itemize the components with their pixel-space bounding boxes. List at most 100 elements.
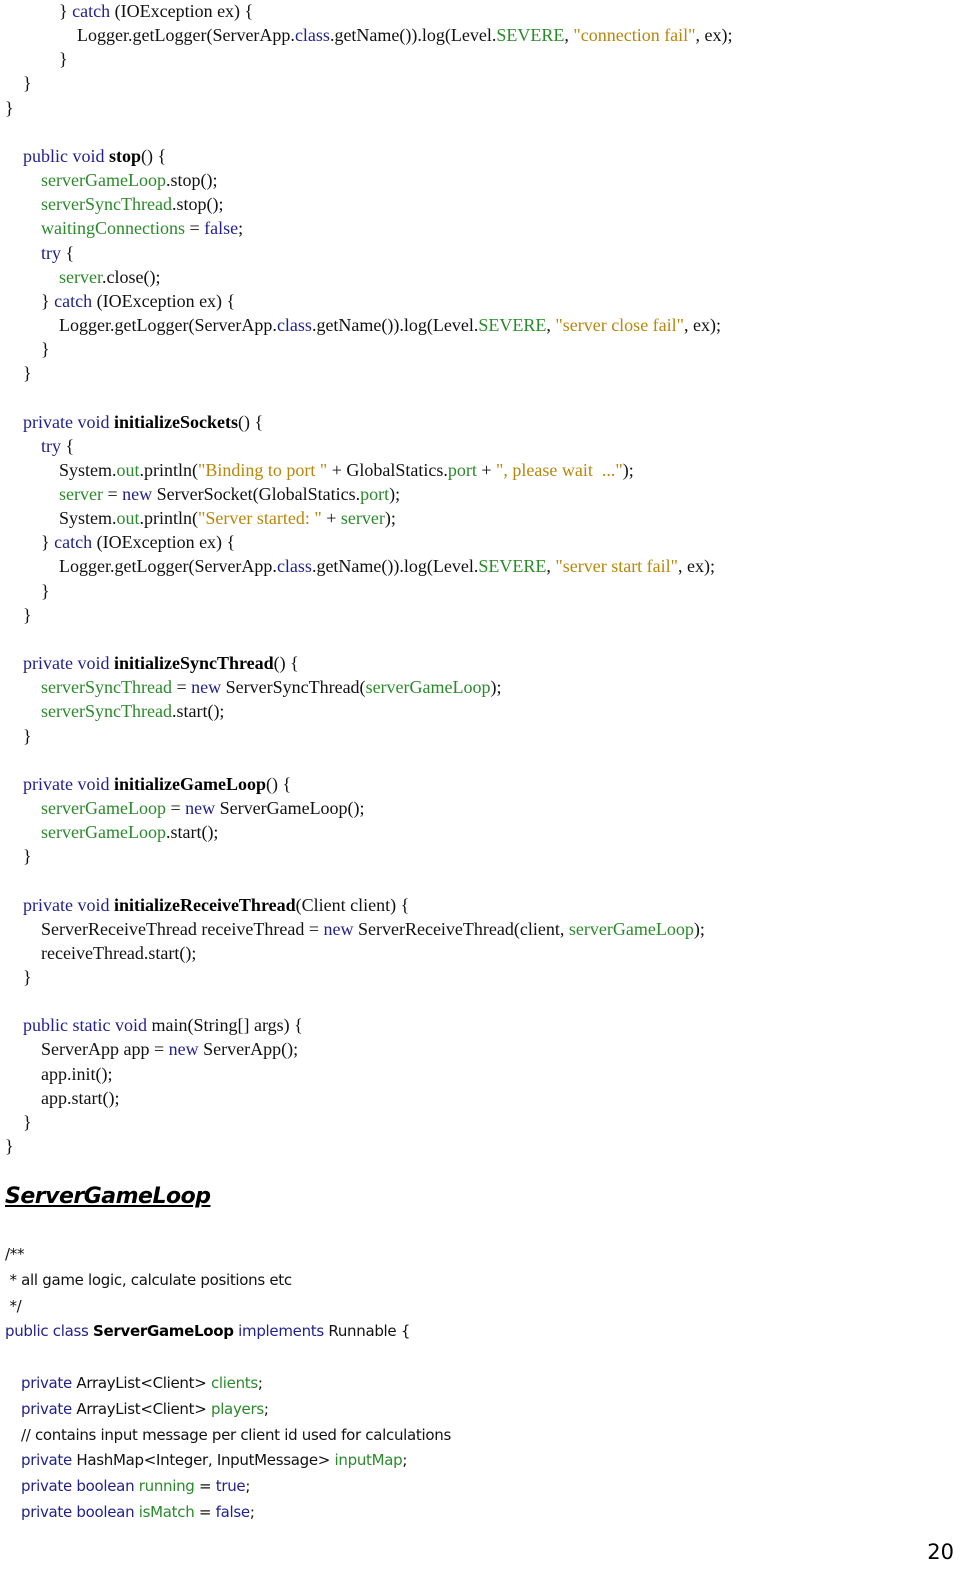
code-line: serverSyncThread = new ServerSyncThread(… bbox=[41, 675, 502, 699]
code-token: private bbox=[21, 1451, 72, 1470]
code-token: true bbox=[215, 1477, 246, 1496]
code-token: serverGameLoop bbox=[365, 677, 491, 698]
code-token: * all game logic, calculate positions et… bbox=[5, 1270, 292, 1289]
code-token: new bbox=[122, 484, 153, 504]
code-token: Logger.getLogger(ServerApp. bbox=[59, 556, 277, 577]
code-token: port bbox=[360, 484, 390, 504]
code-token: ; bbox=[238, 218, 244, 239]
code-line: public void stop() { bbox=[23, 144, 166, 168]
code-line: } catch (IOException ex) { bbox=[41, 289, 235, 313]
code-line: private boolean running = true; bbox=[21, 1473, 250, 1499]
code-line: } bbox=[23, 603, 32, 627]
code-line: } bbox=[59, 47, 68, 71]
code-token: , ex); bbox=[678, 556, 716, 577]
code-token: catch bbox=[54, 290, 93, 311]
code-line: Logger.getLogger(ServerApp.class.getName… bbox=[59, 313, 721, 337]
code-line: serverSyncThread.stop(); bbox=[41, 192, 223, 216]
code-token: } bbox=[41, 580, 50, 601]
code-token: // contains input message per client id … bbox=[21, 1425, 451, 1444]
code-token: serverSyncThread bbox=[41, 677, 172, 698]
code-token: (IOException ex) { bbox=[92, 532, 236, 553]
code-line: } bbox=[23, 844, 32, 868]
code-token: public class bbox=[5, 1322, 94, 1341]
code-line: app.start(); bbox=[41, 1086, 119, 1110]
code-token: */ bbox=[5, 1296, 22, 1315]
code-token: Logger.getLogger(ServerApp. bbox=[59, 314, 277, 335]
code-token: + GlobalStatics. bbox=[327, 459, 448, 480]
code-line: } bbox=[41, 337, 50, 361]
code-token: () { bbox=[237, 411, 264, 432]
code-token: .getName()).log(Level. bbox=[311, 556, 479, 577]
code-token: new bbox=[191, 677, 222, 698]
code-token: serverGameLoop bbox=[41, 170, 166, 191]
code-token: class bbox=[276, 556, 312, 577]
code-token: } bbox=[23, 363, 32, 384]
code-line: receiveThread.start(); bbox=[41, 941, 196, 965]
code-line: } catch (IOException ex) { bbox=[59, 0, 253, 23]
code-token: "Server started: " bbox=[198, 508, 322, 529]
code-token: (Client client) { bbox=[295, 894, 410, 915]
code-token: new bbox=[185, 797, 216, 818]
code-token: app.start(); bbox=[41, 1087, 120, 1108]
code-token: "server close fail" bbox=[555, 314, 685, 335]
code-line: } bbox=[41, 579, 50, 603]
code-token: } bbox=[41, 532, 55, 553]
code-token: HashMap<Integer, InputMessage> bbox=[71, 1451, 335, 1470]
code-token: = bbox=[165, 797, 186, 818]
code-token: } bbox=[41, 339, 50, 360]
code-line: private void initializeSockets() { bbox=[23, 410, 263, 434]
code-line: serverGameLoop.stop(); bbox=[41, 168, 217, 192]
code-token: serverGameLoop bbox=[41, 797, 166, 818]
code-token: ; bbox=[263, 1399, 269, 1418]
code-token: Runnable { bbox=[323, 1322, 411, 1341]
code-token: () { bbox=[273, 653, 299, 674]
code-token: .start(); bbox=[165, 822, 219, 843]
code-line: * all game logic, calculate positions et… bbox=[5, 1267, 292, 1293]
code-line: } bbox=[23, 71, 32, 95]
code-line: private HashMap<Integer, InputMessage> i… bbox=[21, 1447, 407, 1473]
code-line: } bbox=[23, 361, 32, 385]
code-token: private bbox=[21, 1399, 72, 1418]
code-token: SEVERE bbox=[478, 314, 547, 335]
code-line: } bbox=[23, 965, 32, 989]
code-token: private bbox=[21, 1374, 72, 1392]
code-token: "server start fail" bbox=[555, 556, 679, 577]
code-token: } bbox=[59, 49, 68, 70]
code-token: ; bbox=[245, 1477, 251, 1496]
code-token: SEVERE bbox=[496, 25, 565, 46]
code-token: serverSyncThread bbox=[41, 194, 172, 215]
code-token: class bbox=[294, 25, 330, 46]
code-token: ServerSocket(GlobalStatics. bbox=[152, 484, 361, 504]
code-token: + bbox=[321, 508, 341, 529]
code-line: try { bbox=[41, 434, 74, 458]
code-line: serverGameLoop.start(); bbox=[41, 820, 218, 844]
code-line: } bbox=[5, 96, 14, 120]
code-token: } bbox=[23, 73, 32, 94]
code-token: private boolean bbox=[21, 1503, 139, 1521]
code-token: catch bbox=[72, 1, 111, 21]
code-token: } bbox=[5, 97, 14, 118]
code-token: ); bbox=[389, 484, 401, 504]
code-line: server.close(); bbox=[59, 265, 160, 289]
section-title: ServerGameLoop bbox=[5, 1184, 211, 1209]
code-token: out bbox=[116, 459, 140, 480]
code-line: } catch (IOException ex) { bbox=[41, 530, 235, 554]
code-token: () { bbox=[265, 773, 292, 794]
code-line: // contains input message per client id … bbox=[21, 1422, 451, 1448]
code-token: ServerApp app = bbox=[41, 1039, 169, 1060]
code-line: */ bbox=[5, 1293, 21, 1319]
code-token: } bbox=[23, 1111, 32, 1132]
code-token: running bbox=[138, 1477, 195, 1496]
code-line: Logger.getLogger(ServerApp.class.getName… bbox=[77, 23, 733, 47]
code-token: port bbox=[447, 459, 477, 480]
code-token: = bbox=[171, 677, 192, 698]
code-token: ); bbox=[490, 677, 502, 698]
code-token: () { bbox=[141, 145, 167, 166]
code-token: ); bbox=[384, 508, 396, 529]
code-token: false bbox=[204, 218, 239, 239]
code-token: System. bbox=[59, 459, 117, 480]
code-token: "Binding to port " bbox=[198, 459, 328, 480]
code-token: } bbox=[23, 846, 32, 867]
code-token: .stop(); bbox=[171, 194, 224, 215]
code-token: receiveThread.start(); bbox=[41, 942, 197, 963]
